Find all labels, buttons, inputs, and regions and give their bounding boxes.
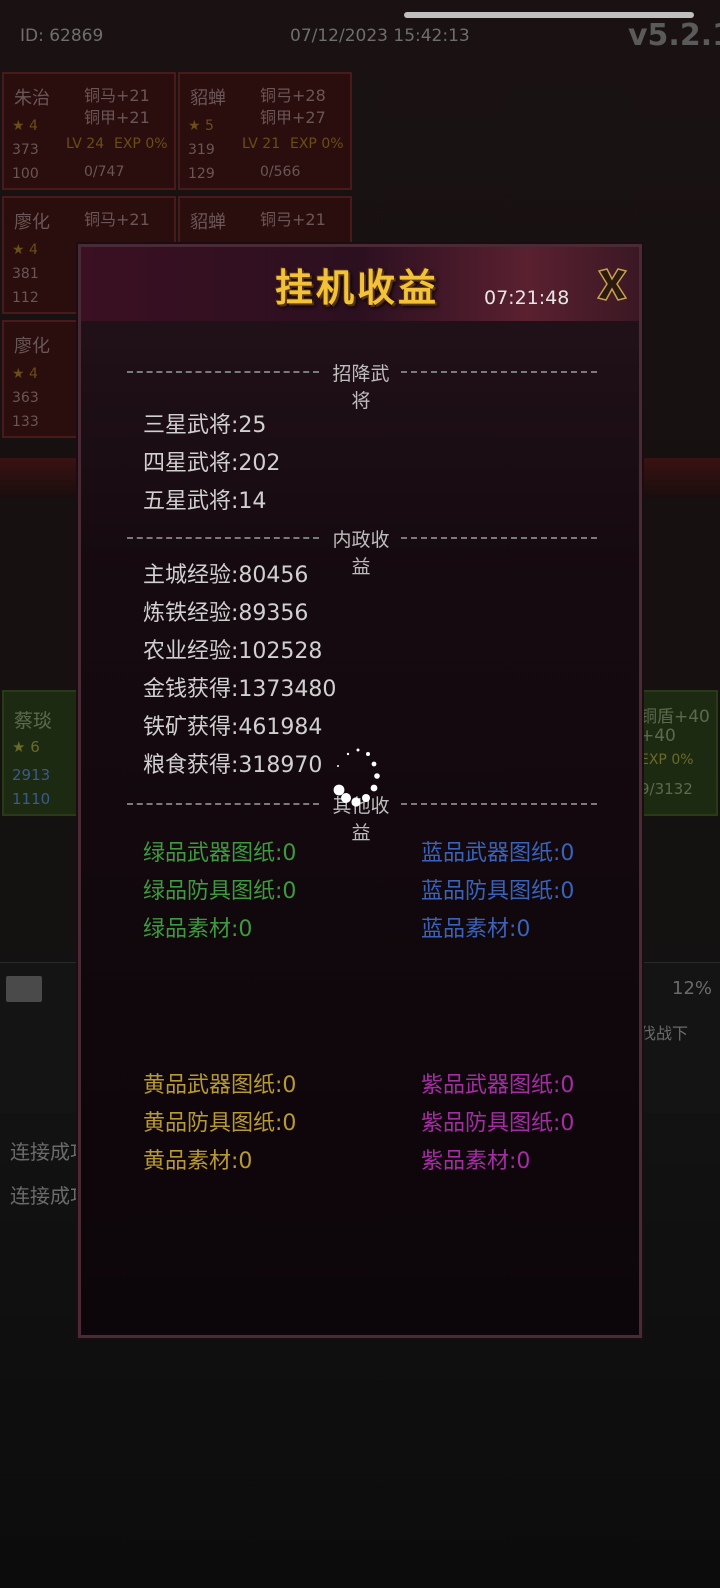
- yellow-item: 黄品素材:0: [143, 1149, 253, 1174]
- recruit-item: 三星武将:25: [143, 413, 267, 438]
- attack-value: 381: [12, 266, 39, 282]
- equip-bonus: 铜马+21: [84, 86, 150, 105]
- equip-bonus: 铜盾+40: [640, 707, 710, 727]
- green-item: 绿品武器图纸:0: [143, 841, 297, 866]
- idle-timer: 07:21:48: [484, 287, 570, 309]
- castle-icon: [6, 976, 42, 1002]
- section-divider-recruit: 招降武将: [127, 359, 597, 412]
- domestic-item: 炼铁经验:89356: [143, 601, 309, 626]
- general-name: 蔡琰: [14, 710, 53, 732]
- equip-bonus: +40: [640, 726, 676, 746]
- star-icon: ★ 4: [12, 118, 38, 134]
- defense-value: 129: [188, 166, 215, 182]
- recruit-item: 四星武将:202: [143, 451, 281, 476]
- player-id: ID: 62869: [20, 26, 104, 46]
- attack-value: 373: [12, 142, 39, 158]
- exp-label: EXP 0%: [114, 136, 168, 152]
- exp-value: 0/747: [84, 164, 125, 180]
- defense-value: 100: [12, 166, 39, 182]
- star-icon: ★ 5: [188, 118, 214, 134]
- domestic-item: 农业经验:102528: [143, 639, 323, 664]
- datetime: 07/12/2023 15:42:13: [290, 26, 470, 46]
- general-name: 朱治: [14, 88, 50, 109]
- version-label: v5.2.1: [628, 18, 720, 53]
- yellow-item: 黄品武器图纸:0: [143, 1073, 297, 1098]
- exp-value: 9/3132: [640, 780, 693, 798]
- star-icon: ★ 4: [12, 366, 38, 382]
- dialog-title: 挂机收益: [275, 266, 440, 310]
- general-name: 廖化: [14, 336, 50, 357]
- equip-bonus: 铜甲+21: [84, 108, 150, 127]
- blue-item: 蓝品武器图纸:0: [421, 841, 575, 866]
- general-name: 貂蝉: [190, 88, 226, 109]
- equip-bonus: 铜弓+28: [260, 86, 326, 105]
- blue-item: 蓝品素材:0: [421, 917, 531, 942]
- green-item: 绿品素材:0: [143, 917, 253, 942]
- level-label: LV 21: [242, 136, 281, 152]
- general-name: 貂蝉: [190, 212, 226, 233]
- defense-value: 112: [12, 290, 39, 306]
- purple-item: 紫品素材:0: [421, 1149, 531, 1174]
- domestic-item: 粮食获得:318970: [143, 753, 323, 778]
- general-card[interactable]: 貂蝉 铜弓+28 铜甲+27 ★ 5 319 129 LV 21 EXP 0% …: [178, 72, 352, 190]
- purple-item: 紫品防具图纸:0: [421, 1111, 575, 1136]
- exp-label: EXP 0%: [640, 752, 694, 768]
- general-card[interactable]: 蔡琰 ★ 6 2913 1110: [2, 690, 82, 816]
- yellow-item: 黄品防具图纸:0: [143, 1111, 297, 1136]
- general-name: 廖化: [14, 212, 50, 233]
- domestic-item: 铁矿获得:461984: [143, 715, 323, 740]
- equip-bonus: 铜马+21: [84, 210, 150, 229]
- loading-spinner-icon: [333, 748, 380, 807]
- star-icon: ★ 6: [12, 738, 40, 756]
- defense-value: 133: [12, 414, 39, 430]
- purple-item: 紫品武器图纸:0: [421, 1073, 575, 1098]
- exp-value: 0/566: [260, 164, 301, 180]
- general-card[interactable]: 铜盾+40 +40 EXP 0% 9/3132: [636, 690, 718, 816]
- level-label: LV 24: [66, 136, 105, 152]
- star-icon: ★ 4: [12, 242, 38, 258]
- defense-value: 1110: [12, 790, 51, 808]
- section-divider-domestic: 内政收益: [127, 525, 597, 578]
- attack-value: 2913: [12, 766, 51, 784]
- section-label: 内政收益: [332, 529, 390, 578]
- progress-percent: 12%: [672, 978, 713, 999]
- domestic-item: 金钱获得:1373480: [143, 677, 337, 702]
- recruit-item: 五星武将:14: [143, 489, 267, 514]
- green-item: 绿品防具图纸:0: [143, 879, 297, 904]
- blue-item: 蓝品防具图纸:0: [421, 879, 575, 904]
- side-text: 伐战下: [640, 1024, 689, 1043]
- domestic-item: 主城经验:80456: [143, 563, 309, 588]
- section-label: 招降武将: [332, 363, 390, 412]
- close-icon[interactable]: [595, 265, 629, 303]
- attack-value: 363: [12, 390, 39, 406]
- exp-label: EXP 0%: [290, 136, 344, 152]
- equip-bonus: 铜甲+27: [260, 108, 326, 127]
- attack-value: 319: [188, 142, 215, 158]
- equip-bonus: 铜弓+21: [260, 210, 326, 229]
- general-card[interactable]: 朱治 铜马+21 铜甲+21 ★ 4 373 100 LV 24 EXP 0% …: [2, 72, 176, 190]
